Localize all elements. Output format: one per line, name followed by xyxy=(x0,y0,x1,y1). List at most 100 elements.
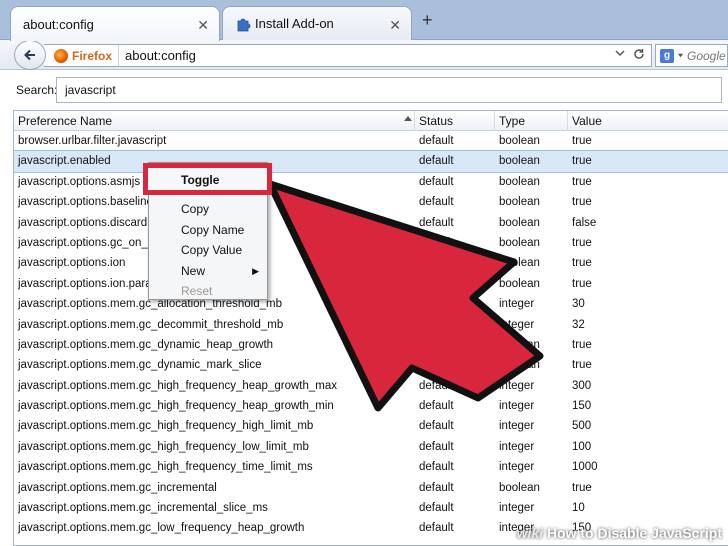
pref-name: javascript.options.mem.gc_high_frequency… xyxy=(18,400,334,413)
wikihow-watermark: wiki How to Disable JavaScript xyxy=(517,525,722,541)
preferences-table: Preference Name Status Type Value browse… xyxy=(13,110,728,546)
table-row[interactable]: javascript.options.ion default boolean true xyxy=(14,253,728,273)
new-tab-button[interactable]: + xyxy=(422,10,433,31)
column-header-value[interactable]: Value xyxy=(572,114,602,128)
table-row[interactable]: javascript.options.mem.gc_allocation_thr… xyxy=(14,294,728,314)
column-header-preference-name[interactable]: Preference Name xyxy=(18,114,112,128)
history-dropdown-icon[interactable] xyxy=(615,48,625,58)
pref-value: true xyxy=(572,135,592,147)
pref-value: 1000 xyxy=(572,461,598,474)
url-bar-icons xyxy=(615,48,645,60)
pref-value: 300 xyxy=(572,379,592,392)
table-row-selected[interactable]: javascript.enabled default boolean true xyxy=(14,150,728,173)
config-search-row: Search: xyxy=(0,71,728,109)
pref-value: true xyxy=(572,359,592,372)
reload-icon[interactable] xyxy=(633,48,645,60)
site-identity-button[interactable]: Firefox xyxy=(44,45,120,66)
pref-type: boolean xyxy=(499,216,540,229)
pref-value: true xyxy=(572,175,592,188)
table-body: browser.urlbar.filter.javascript default b… xyxy=(14,131,728,539)
web-search-box[interactable]: g Google xyxy=(655,44,728,67)
table-row[interactable]: javascript.options.mem.gc_dynamic_heap_g… xyxy=(14,335,728,355)
table-row[interactable]: javascript.options.ion.parallel_compilat… xyxy=(14,274,728,294)
sort-ascending-icon xyxy=(404,116,412,121)
column-divider[interactable] xyxy=(494,111,495,131)
table-row[interactable]: javascript.options.discardSystemSource de… xyxy=(14,213,728,233)
pref-value: true xyxy=(572,257,592,270)
pref-type: integer xyxy=(499,400,535,413)
identity-label: Firefox xyxy=(72,48,113,63)
close-tab-icon[interactable]: ✕ xyxy=(389,17,401,34)
pref-name: javascript.options.baselinejit xyxy=(18,196,162,209)
pref-type: integer xyxy=(499,318,535,331)
url-bar[interactable]: Firefox about:config xyxy=(44,44,652,67)
table-row[interactable]: javascript.options.mem.gc_dynamic_mark_s… xyxy=(14,355,728,375)
menu-item-copy-value[interactable]: Copy Value xyxy=(149,240,267,260)
pref-value: 30 xyxy=(572,298,585,311)
table-row[interactable]: javascript.options.mem.gc_high_frequency… xyxy=(14,437,728,457)
engine-dropdown-icon[interactable] xyxy=(677,52,684,59)
column-header-status[interactable]: Status xyxy=(419,114,453,128)
tab-about-config[interactable]: about:config ✕ xyxy=(10,6,220,41)
table-row[interactable]: javascript.options.mem.gc_high_frequency… xyxy=(14,396,728,416)
pref-status: default xyxy=(419,216,454,229)
column-header-type[interactable]: Type xyxy=(499,114,525,128)
table-row[interactable]: javascript.options.mem.gc_decommit_thres… xyxy=(14,315,728,335)
pref-type: integer xyxy=(499,440,535,453)
menu-item-new[interactable]: New ▶ xyxy=(149,261,267,281)
pref-type: boolean xyxy=(499,257,540,270)
pref-status: default xyxy=(419,135,454,147)
pref-type: boolean xyxy=(499,196,540,209)
url-text[interactable]: about:config xyxy=(119,48,196,63)
pref-value: true xyxy=(572,236,592,249)
table-row[interactable]: javascript.options.mem.gc_high_frequency… xyxy=(14,457,728,477)
pref-name: javascript.enabled xyxy=(18,155,111,168)
menu-item-copy[interactable]: Copy xyxy=(149,199,267,219)
table-row[interactable]: javascript.options.gc_on_memory_pressure… xyxy=(14,233,728,253)
search-placeholder: Google xyxy=(687,48,726,63)
puzzle-piece-icon xyxy=(237,18,251,31)
pref-name: javascript.options.mem.gc_high_frequency… xyxy=(18,379,337,392)
pref-name: javascript.options.mem.gc_incremental xyxy=(18,481,217,494)
pref-value: false xyxy=(572,216,597,229)
pref-value: true xyxy=(572,155,592,168)
pref-type: integer xyxy=(499,502,535,515)
back-button[interactable] xyxy=(14,40,46,70)
close-tab-icon[interactable]: ✕ xyxy=(197,17,209,34)
menu-item-toggle-label: Toggle xyxy=(181,173,220,187)
column-divider[interactable] xyxy=(567,111,568,131)
submenu-arrow-icon: ▶ xyxy=(252,265,259,276)
pref-status: default xyxy=(419,420,454,433)
pref-type: boolean xyxy=(499,481,540,494)
navigation-toolbar: Firefox about:config g Google xyxy=(0,40,728,70)
pref-status: default xyxy=(419,298,454,311)
pref-type: boolean xyxy=(499,236,540,249)
watermark-title: How to Disable JavaScript xyxy=(546,525,722,541)
table-row[interactable]: javascript.options.mem.gc_high_frequency… xyxy=(14,376,728,396)
tab-install-addon[interactable]: Install Add-on ✕ xyxy=(222,6,412,40)
table-row[interactable]: javascript.options.asmjs default boolean tr… xyxy=(14,172,728,192)
google-engine-icon[interactable]: g xyxy=(660,48,674,63)
pref-status: default xyxy=(419,461,454,474)
pref-value: true xyxy=(572,196,592,209)
pref-name: javascript.options.mem.gc_dynamic_mark_s… xyxy=(18,359,262,372)
pref-value: true xyxy=(572,338,592,351)
watermark-brand: wiki xyxy=(516,525,544,541)
table-row[interactable]: javascript.options.mem.gc_incremental def… xyxy=(14,478,728,498)
pref-status: default xyxy=(419,502,454,515)
column-divider[interactable] xyxy=(414,111,415,131)
pref-name: javascript.options.asmjs xyxy=(18,175,141,188)
table-row[interactable]: javascript.options.mem.gc_high_frequency… xyxy=(14,416,728,436)
config-search-input[interactable] xyxy=(56,77,722,103)
menu-item-toggle[interactable]: Toggle xyxy=(143,163,272,195)
tab-title: about:config xyxy=(23,16,94,32)
table-row[interactable]: javascript.options.baselinejit default boo… xyxy=(14,192,728,212)
table-row[interactable]: browser.urlbar.filter.javascript default b… xyxy=(14,131,728,151)
pref-status: default xyxy=(419,440,454,453)
pref-name: javascript.options.mem.gc_high_frequency… xyxy=(18,461,313,474)
pref-status: default xyxy=(419,379,454,392)
table-row[interactable]: javascript.options.mem.gc_incremental_sl… xyxy=(14,498,728,518)
pref-name: javascript.options.mem.gc_incremental_sl… xyxy=(18,502,268,515)
menu-item-copy-name[interactable]: Copy Name xyxy=(149,220,267,240)
menu-item-new-label: New xyxy=(181,263,206,278)
